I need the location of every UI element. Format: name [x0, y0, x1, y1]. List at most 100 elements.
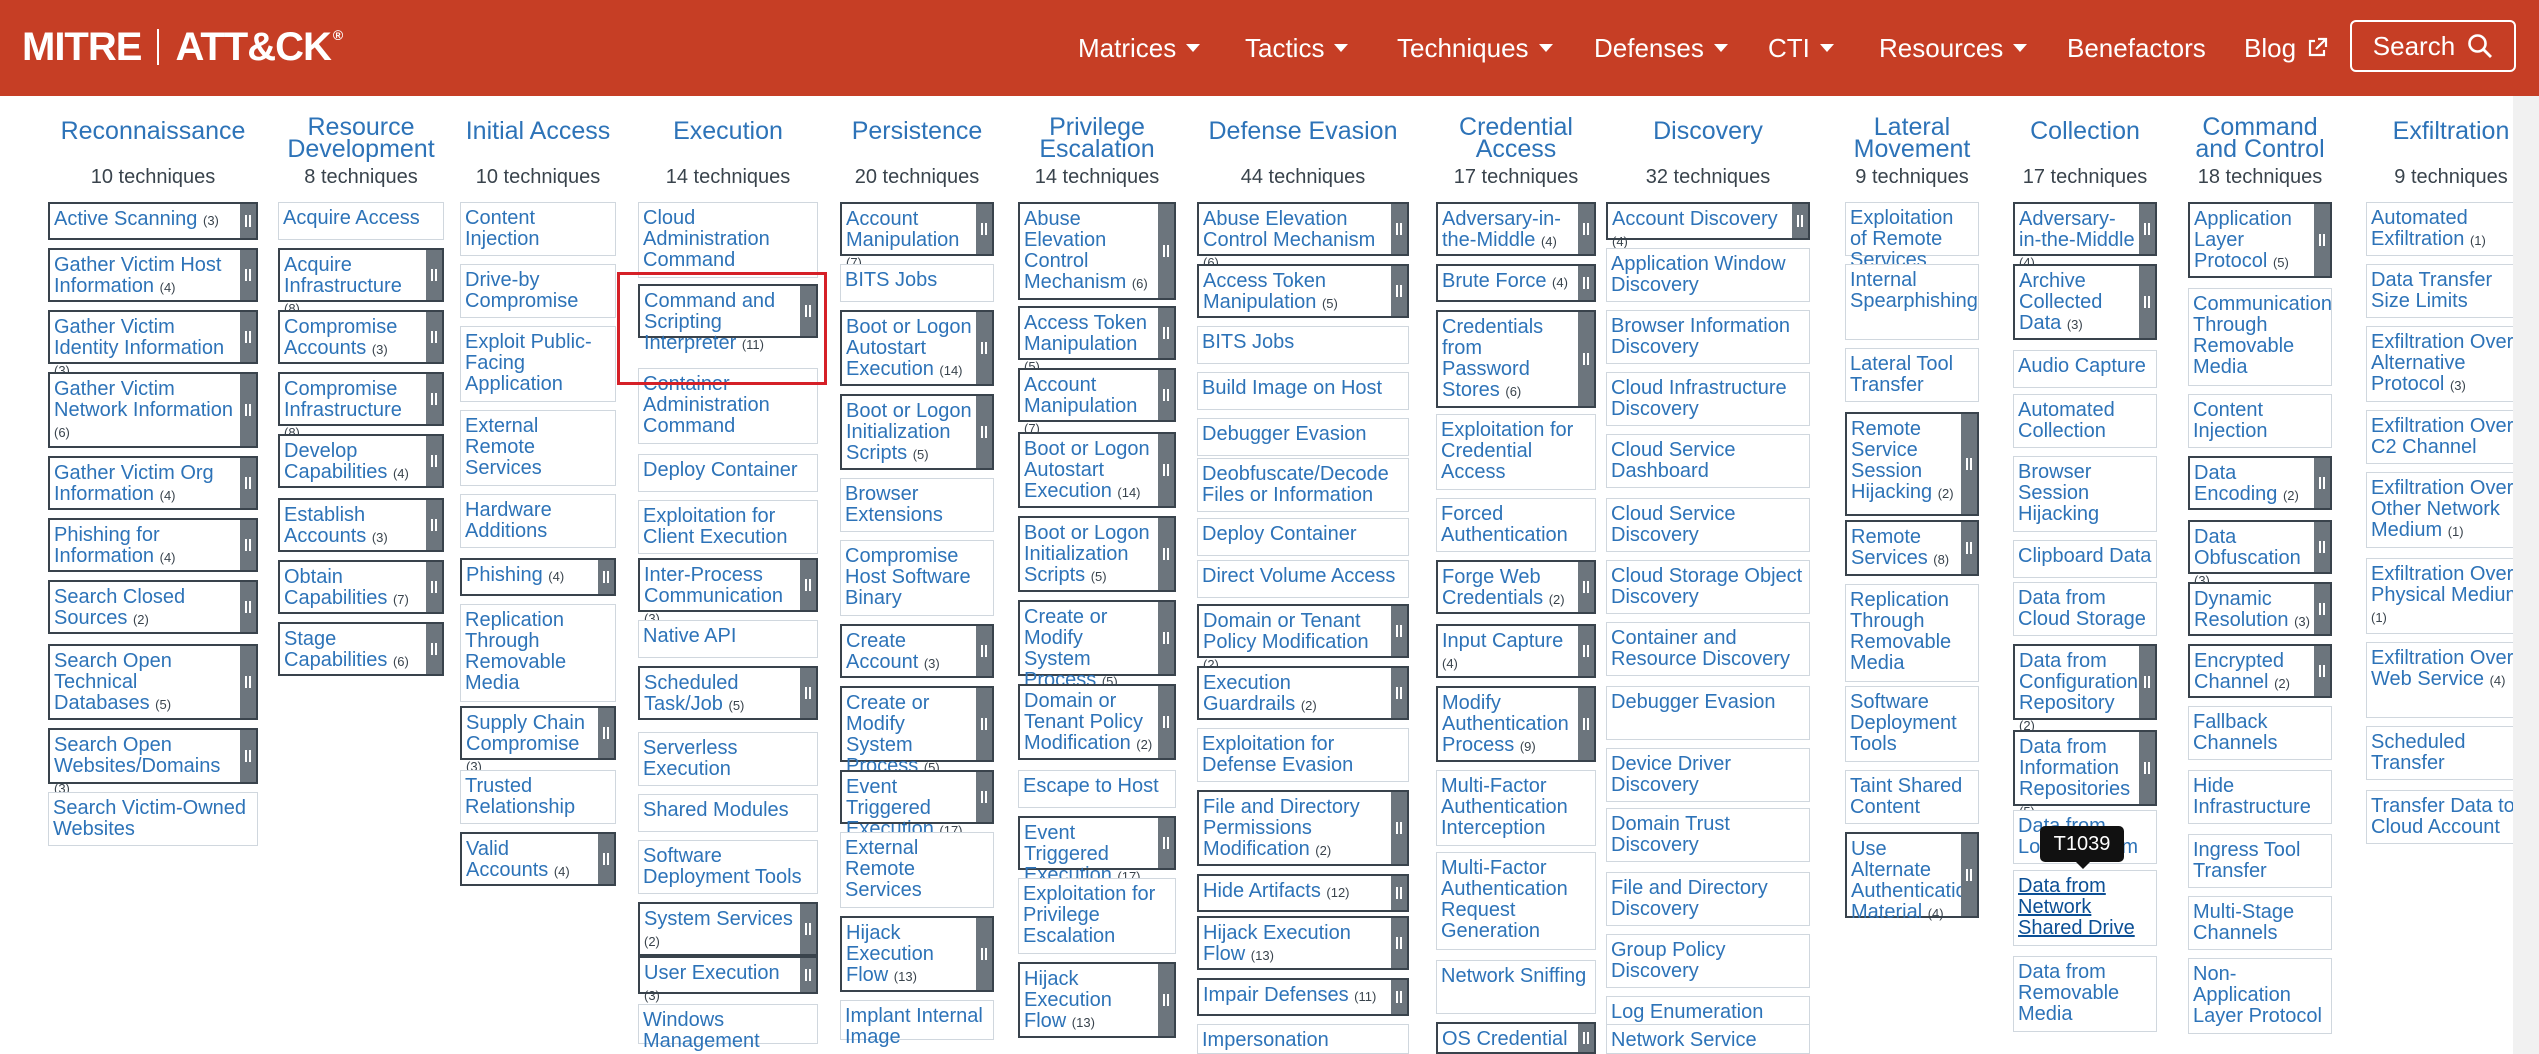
- technique-cell[interactable]: Exploitation for Client Execution: [638, 500, 818, 554]
- technique-name[interactable]: Cloud Storage Object Discovery: [1611, 565, 1802, 608]
- technique-name[interactable]: Impair Defenses: [1203, 984, 1354, 1006]
- technique-cell[interactable]: Data from Configuration Repository (2): [2013, 644, 2157, 733]
- technique-name[interactable]: Multi-Factor Authentication Request Gene…: [1441, 857, 1568, 942]
- technique-cell[interactable]: Modify Authentication Process (9): [1436, 686, 1596, 762]
- technique-cell[interactable]: Access Token Manipulation (5): [1197, 264, 1409, 318]
- technique-cell[interactable]: Multi-Factor Authentication Interception: [1436, 770, 1596, 846]
- technique-cell[interactable]: Search Open Websites/Domains (3): [48, 728, 258, 796]
- expand-subtechniques-handle[interactable]: [2139, 732, 2155, 804]
- technique-cell[interactable]: Impersonation: [1197, 1024, 1409, 1054]
- technique-name[interactable]: Shared Modules: [643, 799, 789, 821]
- technique-name[interactable]: Execution Guardrails: [1203, 672, 1301, 715]
- technique-cell[interactable]: Exfiltration Over C2 Channel: [2366, 410, 2536, 464]
- technique-cell[interactable]: Phishing (4): [460, 558, 616, 596]
- expand-subtechniques-handle[interactable]: [1792, 204, 1808, 238]
- technique-cell[interactable]: Automated Collection: [2013, 394, 2157, 448]
- expand-subtechniques-handle[interactable]: [1391, 668, 1407, 718]
- technique-name[interactable]: Access Token Manipulation: [1024, 312, 1147, 355]
- technique-name[interactable]: BITS Jobs: [1202, 331, 1294, 353]
- technique-cell[interactable]: Direct Volume Access: [1197, 560, 1409, 598]
- technique-name[interactable]: Hide Artifacts: [1203, 880, 1326, 902]
- technique-cell[interactable]: Deploy Container: [638, 454, 818, 492]
- technique-cell[interactable]: Container and Resource Discovery: [1606, 622, 1810, 676]
- technique-name[interactable]: Data from Information Repositories: [2019, 736, 2130, 800]
- expand-subtechniques-handle[interactable]: [976, 204, 992, 254]
- technique-cell[interactable]: Network Service: [1606, 1024, 1810, 1054]
- technique-cell[interactable]: Execution Guardrails (2): [1197, 666, 1409, 720]
- technique-name[interactable]: Account Manipulation: [1024, 374, 1137, 417]
- technique-cell[interactable]: Search Closed Sources (2): [48, 580, 258, 634]
- technique-name[interactable]: Drive-by Compromise: [465, 269, 578, 312]
- expand-subtechniques-handle[interactable]: [240, 458, 256, 508]
- technique-name[interactable]: OS Credential: [1442, 1028, 1568, 1050]
- technique-cell[interactable]: Cloud Storage Object Discovery: [1606, 560, 1810, 614]
- expand-subtechniques-handle[interactable]: [800, 958, 816, 992]
- expand-subtechniques-handle[interactable]: [240, 520, 256, 570]
- technique-name[interactable]: Hide Infrastructure: [2193, 775, 2311, 818]
- technique-name[interactable]: Gather Victim Host Information: [54, 254, 221, 297]
- expand-subtechniques-handle[interactable]: [1158, 686, 1174, 758]
- tactic-header-discovery[interactable]: Discovery: [1600, 119, 1816, 144]
- technique-name[interactable]: Debugger Evasion: [1202, 423, 1367, 445]
- technique-name[interactable]: Encrypted Channel: [2194, 650, 2284, 693]
- expand-subtechniques-handle[interactable]: [1961, 522, 1977, 574]
- technique-cell[interactable]: Exfiltration Over Alternative Protocol (…: [2366, 326, 2536, 402]
- nav-resources[interactable]: Resources: [1879, 0, 2028, 96]
- technique-name[interactable]: Abuse Elevation Control Mechanism: [1203, 208, 1375, 251]
- technique-name[interactable]: Compromise Host Software Binary: [845, 545, 971, 609]
- technique-cell[interactable]: Search Open Technical Databases (5): [48, 644, 258, 720]
- technique-name[interactable]: Automated Exfiltration: [2371, 207, 2470, 250]
- technique-cell[interactable]: Trusted Relationship: [460, 770, 616, 824]
- technique-cell[interactable]: Data Encoding (2): [2188, 456, 2332, 510]
- expand-subtechniques-handle[interactable]: [240, 204, 256, 238]
- technique-name[interactable]: Use Alternate Authentication Material: [1851, 838, 1978, 923]
- technique-cell[interactable]: BITS Jobs: [840, 264, 994, 302]
- technique-cell[interactable]: Debugger Evasion: [1606, 686, 1810, 740]
- technique-name[interactable]: Exploit Public-Facing Application: [465, 331, 592, 395]
- technique-name[interactable]: Scheduled Transfer: [2371, 731, 2466, 774]
- technique-cell[interactable]: Forge Web Credentials (2): [1436, 560, 1596, 614]
- technique-cell[interactable]: Data Transfer Size Limits: [2366, 264, 2536, 318]
- technique-cell[interactable]: Exploitation for Defense Evasion: [1197, 728, 1409, 782]
- tactic-header-persistence[interactable]: Persistence: [834, 119, 1000, 144]
- technique-name[interactable]: Software Deployment Tools: [643, 845, 802, 888]
- technique-name[interactable]: Cloud Service Dashboard: [1611, 439, 1736, 482]
- technique-name[interactable]: Hijack Execution Flow: [846, 922, 934, 986]
- tactic-header-collection[interactable]: Collection: [2007, 119, 2163, 144]
- technique-cell[interactable]: Device Driver Discovery: [1606, 748, 1810, 802]
- technique-cell[interactable]: Credentials from Password Stores (6): [1436, 310, 1596, 408]
- expand-subtechniques-handle[interactable]: [598, 560, 614, 594]
- technique-name[interactable]: Brute Force: [1442, 270, 1552, 292]
- technique-cell[interactable]: System Services (2): [638, 902, 818, 956]
- technique-name[interactable]: Inter-Process Communication: [644, 564, 783, 607]
- technique-cell[interactable]: Abuse Elevation Control Mechanism (6): [1197, 202, 1409, 270]
- technique-cell[interactable]: Remote Services (8): [1845, 520, 1979, 576]
- tactic-header-resource-development[interactable]: Resource Development: [272, 115, 450, 162]
- technique-cell[interactable]: Scheduled Transfer: [2366, 726, 2536, 780]
- technique-cell[interactable]: File and Directory Discovery: [1606, 872, 1810, 926]
- technique-name[interactable]: Search Open Websites/Domains: [54, 734, 220, 777]
- expand-subtechniques-handle[interactable]: [1158, 518, 1174, 590]
- technique-name[interactable]: Network Service: [1611, 1029, 1757, 1051]
- technique-cell[interactable]: Input Capture (4): [1436, 624, 1596, 678]
- technique-cell[interactable]: Cloud Infrastructure Discovery: [1606, 372, 1810, 426]
- technique-name[interactable]: Software Deployment Tools: [1850, 691, 1957, 755]
- technique-cell[interactable]: Account Manipulation (7): [840, 202, 994, 270]
- technique-cell[interactable]: Compromise Infrastructure (8): [278, 372, 444, 440]
- technique-cell[interactable]: Phishing for Information (4): [48, 518, 258, 572]
- technique-cell[interactable]: Automated Exfiltration (1): [2366, 202, 2536, 256]
- technique-cell[interactable]: Search Victim-Owned Websites: [48, 792, 258, 846]
- expand-subtechniques-handle[interactable]: [1578, 688, 1594, 760]
- technique-cell[interactable]: Multi-Stage Channels: [2188, 896, 2332, 950]
- search-button[interactable]: Search: [2350, 20, 2516, 72]
- technique-name[interactable]: Archive Collected Data: [2019, 270, 2102, 334]
- technique-cell[interactable]: Encrypted Channel (2): [2188, 644, 2332, 698]
- expand-subtechniques-handle[interactable]: [976, 312, 992, 384]
- technique-name[interactable]: Account Manipulation: [846, 208, 959, 251]
- technique-name[interactable]: Acquire Access: [283, 207, 420, 229]
- technique-cell[interactable]: Boot or Logon Initialization Scripts (5): [840, 394, 994, 470]
- technique-name[interactable]: Browser Information Discovery: [1611, 315, 1790, 358]
- technique-name[interactable]: Exfiltration Over Alternative Protocol: [2371, 331, 2513, 395]
- expand-subtechniques-handle[interactable]: [598, 834, 614, 884]
- expand-subtechniques-handle[interactable]: [1158, 818, 1174, 868]
